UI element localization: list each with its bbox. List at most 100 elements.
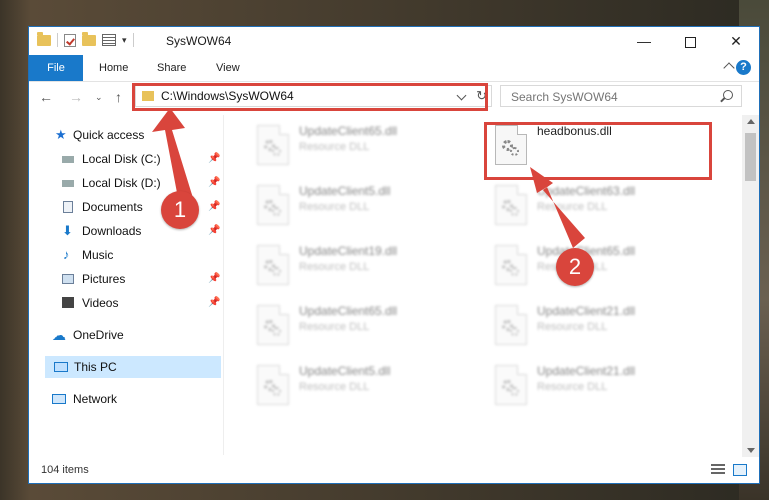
- file-item[interactable]: UpdateClient21.dll Resource DLL: [489, 301, 709, 353]
- file-type: Resource DLL: [299, 261, 370, 273]
- computer-icon: [54, 362, 68, 372]
- up-button[interactable]: ↑: [115, 89, 122, 105]
- downloads-icon: ⬇: [62, 223, 73, 238]
- sidebar-item-quick-access[interactable]: ★ Quick access: [29, 124, 223, 146]
- star-icon: ★: [55, 127, 67, 142]
- dll-file-icon: [257, 125, 289, 165]
- new-folder-icon[interactable]: [82, 31, 96, 46]
- file-name: UpdateClient65.dll: [299, 304, 398, 318]
- forward-button[interactable]: →: [69, 89, 83, 105]
- item-count: 104 items: [41, 464, 89, 476]
- maximize-button[interactable]: [667, 27, 713, 55]
- pin-icon[interactable]: 📌: [208, 196, 220, 218]
- drive-icon: [62, 180, 74, 187]
- dll-file-icon: [495, 305, 527, 345]
- tab-share[interactable]: Share: [157, 55, 186, 81]
- dll-file-icon: [495, 365, 527, 405]
- step-badge-1: 1: [161, 191, 199, 229]
- file-item[interactable]: UpdateClient63.dll Resource DLL: [489, 181, 709, 233]
- address-highlight-box: [132, 83, 488, 111]
- dll-file-icon: [257, 245, 289, 285]
- sidebar-item-label: Quick access: [73, 128, 145, 142]
- sidebar-item-videos[interactable]: Videos 📌: [29, 292, 223, 314]
- status-bar: 104 items: [29, 459, 759, 483]
- dll-file-icon: [495, 245, 527, 285]
- search-icon[interactable]: [723, 90, 733, 100]
- file-type: Resource DLL: [537, 201, 608, 213]
- sidebar-item-label: Videos: [82, 296, 119, 310]
- file-item[interactable]: UpdateClient5.dll Resource DLL: [251, 181, 471, 233]
- file-type: Resource DLL: [299, 141, 370, 153]
- file-name: UpdateClient21.dll: [537, 304, 636, 318]
- view-properties-icon[interactable]: [102, 34, 116, 46]
- sidebar-item-label: Music: [82, 248, 114, 262]
- scroll-thumb[interactable]: [745, 133, 756, 181]
- drive-icon: [62, 156, 74, 163]
- file-item[interactable]: UpdateClient65.dll Resource DLL: [489, 241, 709, 293]
- file-name: UpdateClient63.dll: [537, 184, 636, 198]
- file-type: Resource DLL: [299, 381, 370, 393]
- sidebar-item-this-pc[interactable]: This PC: [45, 356, 221, 378]
- pin-icon[interactable]: 📌: [208, 220, 220, 242]
- sidebar-item-label: This PC: [74, 360, 117, 374]
- properties-check-icon[interactable]: [64, 33, 76, 47]
- file-name: UpdateClient65.dll: [299, 124, 398, 138]
- network-icon: [52, 394, 66, 404]
- navigation-pane: ★ Quick access Local Disk (C:) 📌 Local D…: [29, 117, 223, 457]
- expand-ribbon-icon[interactable]: [723, 62, 735, 74]
- file-item[interactable]: UpdateClient5.dll Resource DLL: [251, 361, 471, 413]
- file-type: Resource DLL: [299, 321, 370, 333]
- tab-view[interactable]: View: [216, 55, 240, 81]
- file-item[interactable]: UpdateClient19.dll Resource DLL: [251, 241, 471, 293]
- pin-icon[interactable]: 📌: [208, 292, 220, 314]
- recent-locations-button[interactable]: ⌄: [95, 92, 103, 103]
- dll-file-icon: [257, 365, 289, 405]
- sidebar-item-local-disk-c[interactable]: Local Disk (C:) 📌: [29, 148, 223, 170]
- pictures-icon: [62, 274, 74, 284]
- sidebar-item-music[interactable]: ♪ Music: [29, 244, 223, 266]
- pin-icon[interactable]: 📌: [208, 172, 220, 194]
- separator: [132, 33, 134, 47]
- tiles-view-icon[interactable]: [733, 464, 747, 476]
- sidebar-item-local-disk-d[interactable]: Local Disk (D:) 📌: [29, 172, 223, 194]
- file-item[interactable]: UpdateClient65.dll Resource DLL: [251, 301, 471, 353]
- sidebar-item-network[interactable]: Network: [29, 388, 223, 410]
- scroll-down-icon[interactable]: [747, 448, 755, 453]
- details-view-icon[interactable]: [711, 464, 725, 476]
- file-item[interactable]: UpdateClient65.dll Resource DLL: [251, 121, 471, 173]
- scroll-up-icon[interactable]: [747, 119, 755, 124]
- documents-icon: [63, 201, 73, 213]
- file-highlight-box: [484, 122, 712, 180]
- separator: [57, 33, 58, 47]
- back-button[interactable]: ←: [39, 89, 53, 105]
- file-type: Resource DLL: [299, 201, 370, 213]
- search-box[interactable]: [500, 85, 742, 107]
- file-name: UpdateClient21.dll: [537, 364, 636, 378]
- dll-file-icon: [257, 185, 289, 225]
- close-button[interactable]: ✕: [713, 27, 759, 55]
- title-bar: ▾ SysWOW64 — ✕: [29, 27, 759, 55]
- vertical-scrollbar[interactable]: [742, 115, 759, 457]
- music-icon: ♪: [63, 247, 70, 262]
- quick-access-toolbar: ▾: [37, 31, 134, 47]
- sidebar-item-onedrive[interactable]: ☁ OneDrive: [29, 324, 223, 346]
- sidebar-item-label: Local Disk (C:): [82, 152, 161, 166]
- pin-icon[interactable]: 📌: [208, 268, 220, 290]
- search-input[interactable]: [509, 89, 713, 105]
- pin-icon[interactable]: 📌: [208, 148, 220, 170]
- tab-home[interactable]: Home: [99, 55, 128, 81]
- folder-icon[interactable]: [37, 31, 51, 46]
- help-button[interactable]: ?: [736, 60, 751, 75]
- sidebar-item-label: Pictures: [82, 272, 126, 286]
- sidebar-item-downloads[interactable]: ⬇ Downloads 📌: [29, 220, 223, 242]
- step-badge-2: 2: [556, 248, 594, 286]
- maximize-icon: [684, 36, 696, 48]
- sidebar-item-pictures[interactable]: Pictures 📌: [29, 268, 223, 290]
- minimize-button[interactable]: —: [621, 27, 667, 55]
- file-item[interactable]: UpdateClient21.dll Resource DLL: [489, 361, 709, 413]
- sidebar-item-label: Documents: [82, 200, 143, 214]
- file-name: UpdateClient5.dll: [299, 184, 391, 198]
- toolbar-dropdown-icon[interactable]: ▾: [122, 35, 127, 46]
- tab-file[interactable]: File: [29, 55, 83, 81]
- sidebar-item-label: Network: [73, 392, 118, 406]
